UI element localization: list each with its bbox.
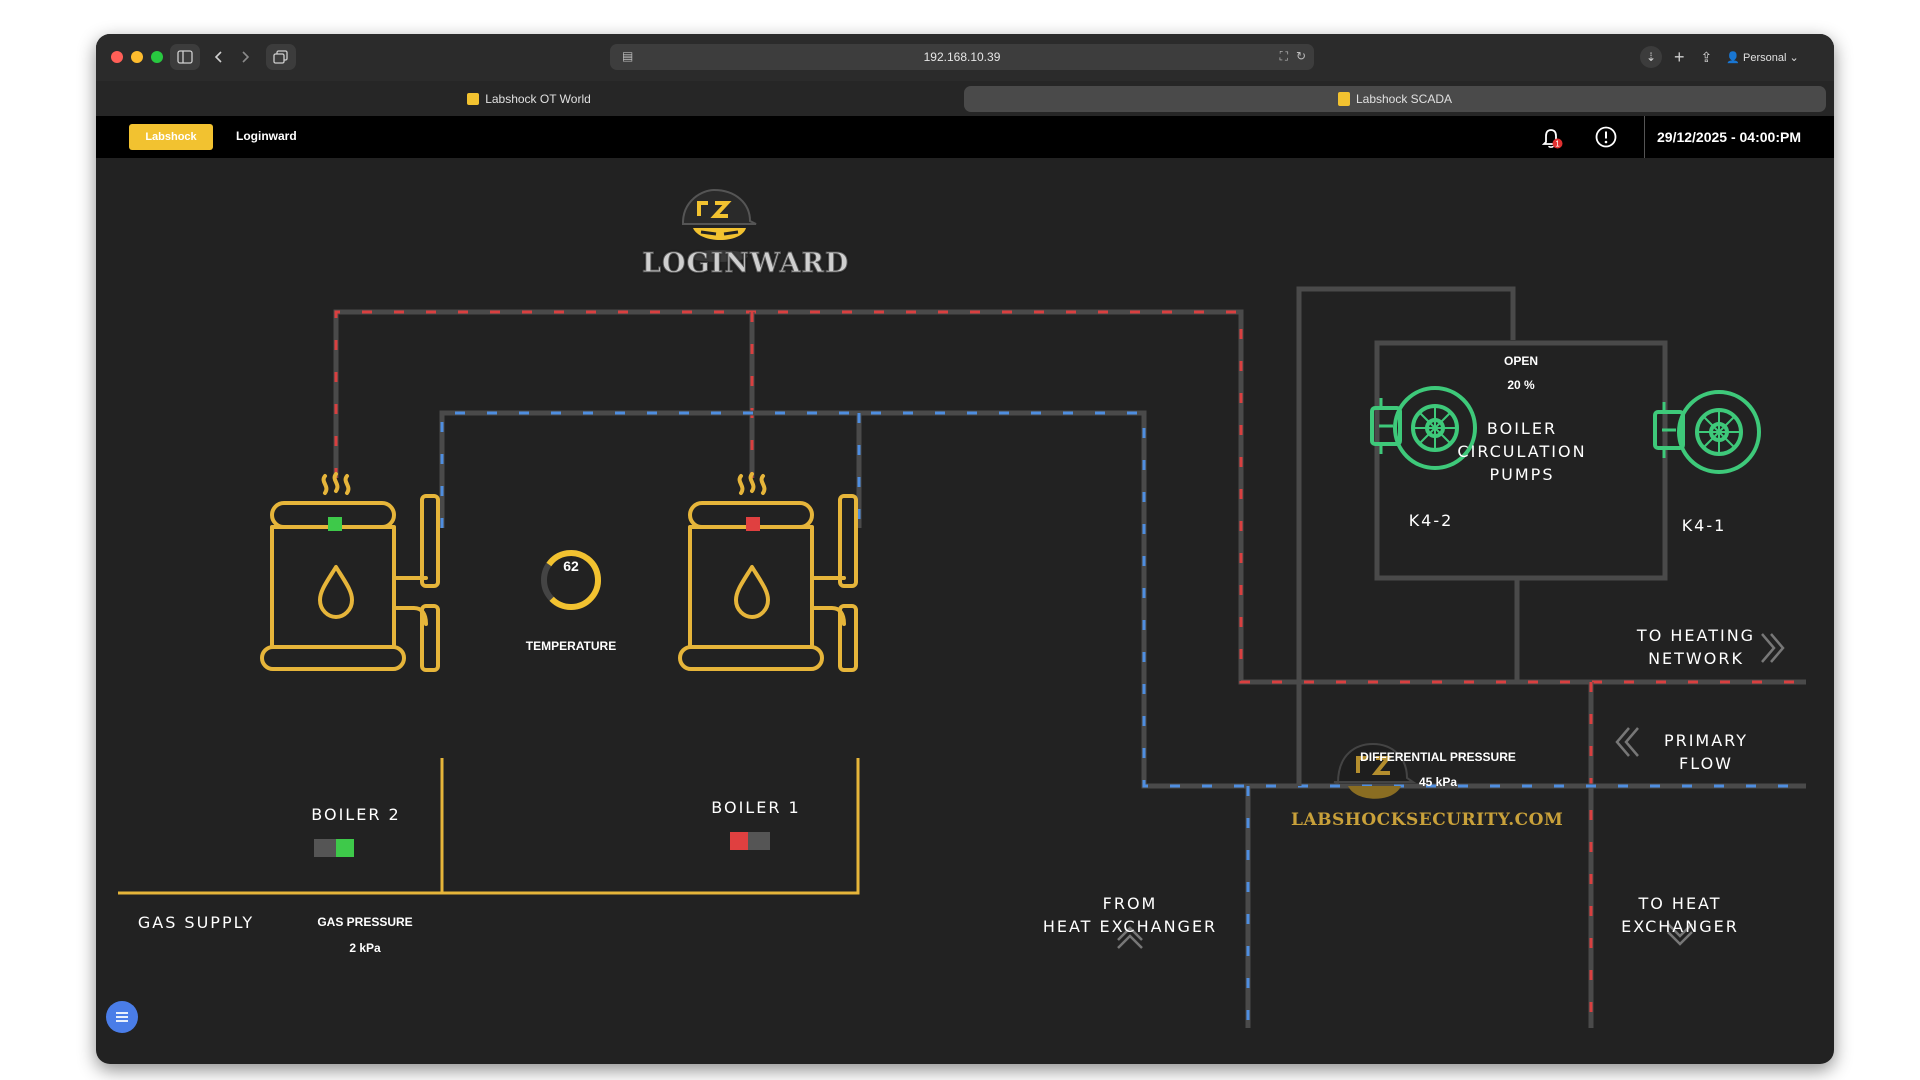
maximize-window-button[interactable] — [151, 51, 163, 63]
boiler-2-toggle[interactable] — [314, 839, 354, 857]
boiler-1-toggle[interactable] — [730, 832, 770, 850]
gas-supply-pipe — [118, 758, 860, 895]
pumps-title-line2: CIRCULATION — [1457, 442, 1587, 461]
app-navbar: Labshock Loginward 1 29/12/2025 - 04:00:… — [96, 116, 1834, 158]
pump-k4-1-label: K4-1 — [1681, 516, 1727, 535]
loginward-nav-link[interactable]: Loginward — [236, 129, 297, 143]
tab-label: Labshock OT World — [485, 92, 591, 106]
temperature-value: 62 — [563, 558, 579, 574]
chevron-left-icon — [1615, 727, 1639, 757]
primary-flow-label: PRIMARY FLOW — [1656, 729, 1756, 775]
person-icon: 👤 — [1726, 51, 1740, 64]
system-datetime: 29/12/2025 - 04:00:PM — [1657, 129, 1801, 145]
scada-canvas: 62 LOGINWARD LABSHOCKSECURITY.COM BOILER… — [96, 158, 1834, 1064]
to-heat-exchanger-line1: TO HEAT — [1638, 894, 1722, 913]
scada-favicon-icon — [1337, 92, 1350, 106]
tabs-icon — [273, 50, 288, 64]
address-bar[interactable]: ▤ 192.168.10.39 ⛶ ↻ — [610, 44, 1314, 70]
new-tab-icon[interactable]: + — [1674, 47, 1685, 68]
boiler-1-label: BOILER 1 — [711, 798, 801, 817]
from-heat-exchanger-label: FROM HEAT EXCHANGER — [1040, 892, 1220, 938]
tab-label: Labshock SCADA — [1355, 92, 1453, 106]
tab-bar: Labshock OT World Labshock SCADA — [96, 81, 1834, 116]
chevron-right-icon — [242, 51, 250, 63]
to-heat-exchanger-line2: EXCHANGER — [1621, 917, 1739, 936]
valve-state: OPEN — [1503, 354, 1538, 368]
differential-pressure-value: 45 kPa — [1418, 775, 1458, 789]
chevron-left-icon — [214, 51, 222, 63]
pumps-title: BOILER CIRCULATION PUMPS — [1452, 417, 1592, 486]
boiler-2-status-led — [328, 517, 342, 531]
minimize-window-button[interactable] — [131, 51, 143, 63]
gas-pressure-value: 2 kPa — [349, 941, 381, 955]
pumps-title-line1: BOILER — [1486, 419, 1558, 438]
notification-count: 1 — [1555, 140, 1560, 149]
pump-k4-1-icon[interactable] — [1653, 390, 1761, 474]
sidebar-toggle-button[interactable] — [170, 44, 200, 70]
boiler-1-icon[interactable] — [678, 472, 858, 672]
pumps-title-line3: PUMPS — [1489, 465, 1555, 484]
reload-icon[interactable]: ↻ — [1296, 49, 1306, 63]
share-icon[interactable]: ⇪ — [1701, 49, 1713, 66]
primary-flow-line1: PRIMARY — [1663, 731, 1749, 750]
profile-button[interactable]: 👤 Personal ⌄ — [1726, 51, 1798, 64]
alert-circle-icon[interactable] — [1594, 125, 1618, 149]
tab-labshock-scada[interactable]: Labshock SCADA — [964, 86, 1826, 112]
from-heat-exchanger-line1: FROM — [1102, 894, 1158, 913]
chevron-down-icon: ⌄ — [1789, 51, 1799, 64]
labshock-brand-button[interactable]: Labshock — [129, 124, 213, 150]
differential-pressure-label: DIFFERENTIAL PRESSURE — [1360, 750, 1516, 764]
sidebar-icon — [177, 50, 193, 64]
valve-percent: 20 % — [1507, 378, 1535, 392]
page-settings-icon[interactable]: ▤ — [622, 49, 633, 63]
pump-k4-2-label: K4-2 — [1408, 511, 1454, 530]
primary-flow-line2: FLOW — [1679, 754, 1733, 773]
boiler-2-label: BOILER 2 — [311, 805, 401, 824]
menu-icon — [116, 1012, 128, 1022]
temperature-label: TEMPERATURE — [525, 639, 617, 653]
forward-button[interactable] — [232, 44, 258, 70]
toolbar-right: ⇣ + ⇪ 👤 Personal ⌄ — [1640, 44, 1799, 70]
download-icon[interactable]: ⇣ — [1640, 46, 1662, 68]
back-button[interactable] — [206, 44, 232, 70]
gas-supply-label: GAS SUPPLY — [137, 913, 255, 932]
browser-titlebar: ▤ 192.168.10.39 ⛶ ↻ ⇣ + ⇪ 👤 Personal ⌄ — [96, 34, 1834, 81]
to-heating-network-label: TO HEATING NETWORK — [1626, 624, 1766, 670]
address-text: 192.168.10.39 — [923, 50, 1001, 64]
to-heating-network-line1: TO HEATING — [1636, 626, 1756, 645]
profile-label: Personal — [1743, 51, 1787, 64]
navbar-divider — [1644, 116, 1645, 158]
to-heat-exchanger-label: TO HEAT EXCHANGER — [1620, 892, 1740, 938]
tab-overview-button[interactable] — [266, 44, 296, 70]
boiler-2-icon[interactable] — [260, 472, 440, 672]
translate-icon[interactable]: ⛶ — [1280, 49, 1288, 64]
close-window-button[interactable] — [111, 51, 123, 63]
browser-window: ▤ 192.168.10.39 ⛶ ↻ ⇣ + ⇪ 👤 Personal ⌄ L… — [96, 34, 1834, 1064]
labshock-favicon-icon — [467, 93, 480, 105]
loginward-logo-text: LOGINWARD — [641, 248, 850, 280]
hot-water-header-pipe — [333, 309, 1806, 685]
notification-bell-icon[interactable]: 1 — [1538, 125, 1564, 151]
gas-pressure-label: GAS PRESSURE — [317, 915, 413, 929]
to-heating-network-line2: NETWORK — [1648, 649, 1744, 668]
tab-labshock-ot-world[interactable]: Labshock OT World — [104, 86, 954, 112]
boiler-1-status-led — [746, 517, 760, 531]
from-heat-exchanger-line2: HEAT EXCHANGER — [1042, 917, 1218, 936]
return-water-header-pipe — [439, 410, 1806, 789]
labshock-site-text: LABSHOCKSECURITY.COM — [1291, 810, 1564, 830]
menu-fab-button[interactable] — [106, 1001, 138, 1033]
temperature-gauge: 62 — [541, 550, 601, 610]
